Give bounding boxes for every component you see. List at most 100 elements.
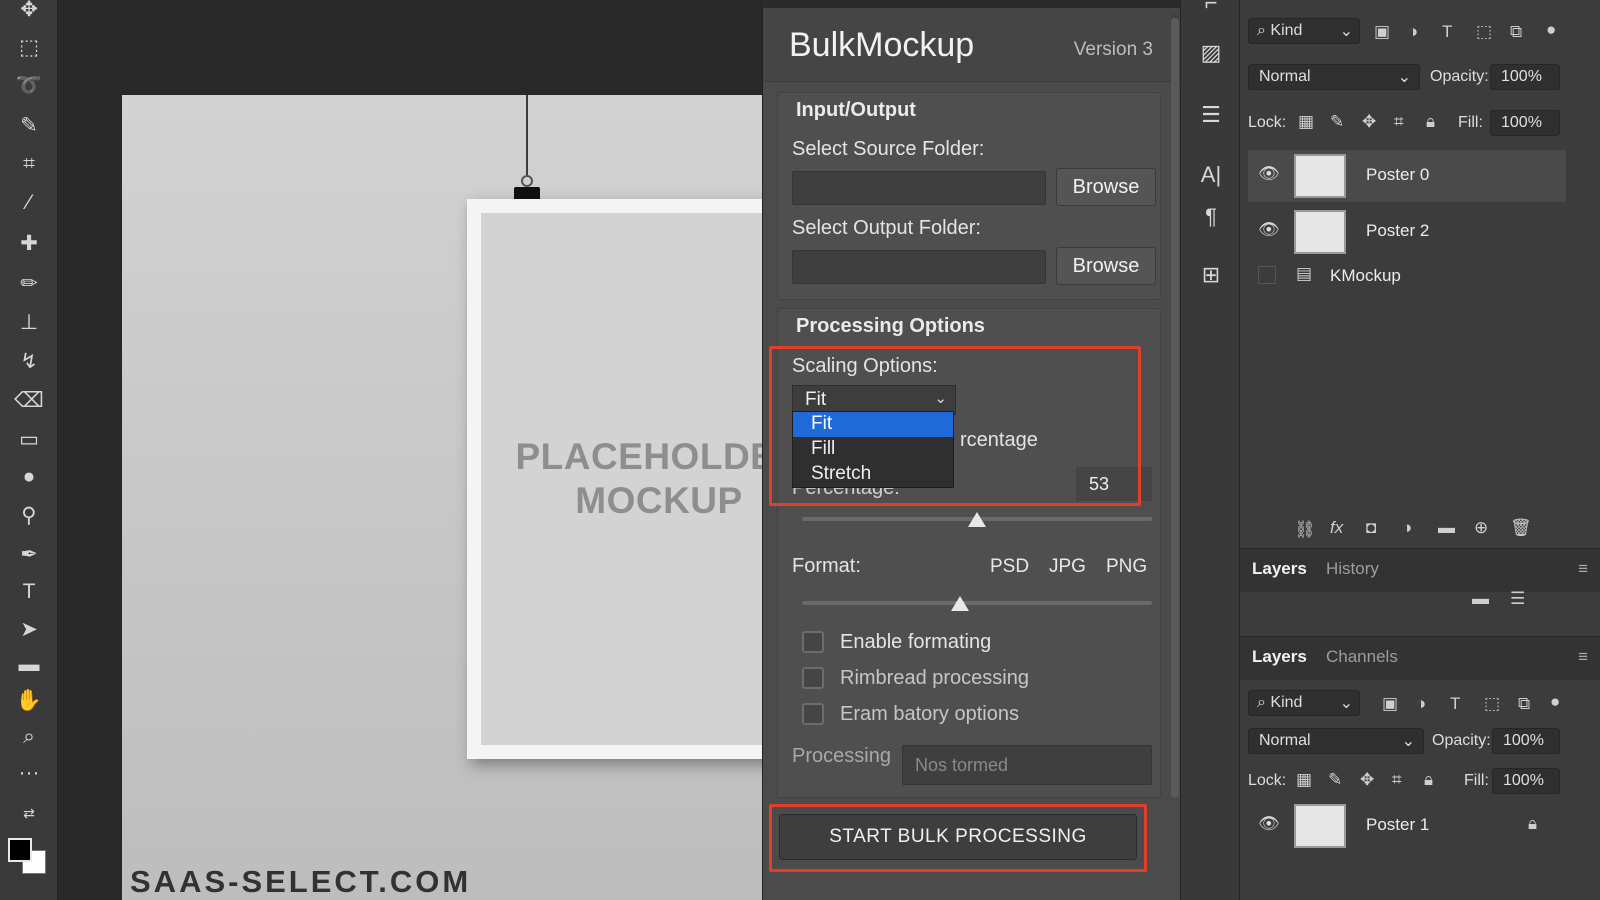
eram-batory-checkbox[interactable] — [802, 703, 824, 725]
history-brush-tool-icon[interactable]: ↯ — [12, 346, 46, 376]
filter-shape-icon[interactable]: ⬚ — [1476, 22, 1492, 42]
blend-mode-select[interactable]: Normal ⌄ — [1248, 64, 1420, 90]
panel-scrollbar[interactable] — [1171, 14, 1179, 798]
document-canvas[interactable]: PLACEHOLDER MOCKUP — [122, 95, 827, 900]
panel-scrollbar-thumb[interactable] — [1171, 18, 1179, 798]
marquee-tool-icon[interactable]: ⬚ — [12, 32, 46, 62]
filter-image-icon[interactable]: ▣ — [1382, 694, 1398, 714]
dodge-tool-icon[interactable]: ⚲ — [12, 500, 46, 530]
tab-layers[interactable]: Layers — [1252, 647, 1307, 667]
filter-toggle-icon[interactable]: ● — [1550, 692, 1560, 712]
adjustments-icon[interactable]: ☰ — [1194, 98, 1228, 132]
character-panel-icon[interactable]: A| — [1194, 158, 1228, 192]
visibility-eye-icon[interactable]: 👁︎ — [1258, 814, 1280, 834]
eraser-tool-icon[interactable]: ⌫ — [12, 385, 46, 415]
lock-pixels-icon[interactable]: ✎ — [1328, 770, 1342, 790]
lock-transparency-icon[interactable]: ▦ — [1296, 770, 1312, 790]
start-bulk-processing-button[interactable]: START BULK PROCESSING — [779, 814, 1137, 860]
brush-settings-icon[interactable]: ▨ — [1194, 36, 1228, 70]
healing-brush-tool-icon[interactable]: ✚ — [12, 228, 46, 258]
filter-toggle-icon[interactable]: ● — [1546, 20, 1556, 40]
swap-colors-icon[interactable]: ⇄ — [12, 798, 46, 828]
lock-transparency-icon[interactable]: ▦ — [1298, 112, 1314, 132]
layer-row[interactable]: 👁︎ Poster 0 — [1248, 150, 1566, 202]
path-select-tool-icon[interactable]: ➤ — [12, 614, 46, 644]
trash-icon[interactable]: 🗑︎ — [1510, 518, 1532, 538]
visibility-eye-icon[interactable]: 👁︎ — [1258, 164, 1280, 184]
filter-shape-icon[interactable]: ⬚ — [1484, 694, 1500, 714]
percentage-slider-knob[interactable] — [968, 512, 986, 527]
type-tool-icon[interactable]: T — [12, 577, 46, 607]
filter-smart-object-icon[interactable]: ⧉ — [1518, 694, 1530, 714]
hand-tool-icon[interactable]: ✋ — [12, 686, 46, 716]
crop-tool-icon[interactable]: ⌗ — [12, 149, 46, 179]
mask-icon[interactable]: ◘ — [1366, 518, 1376, 538]
lock-position-icon[interactable]: ✥ — [1362, 112, 1376, 132]
lock-pixels-icon[interactable]: ✎ — [1330, 112, 1344, 132]
format-option-psd[interactable]: PSD — [990, 556, 1029, 578]
stamp-tool-icon[interactable]: ⊥ — [12, 307, 46, 337]
properties-panel-icon[interactable]: ⊞ — [1194, 258, 1228, 292]
more-tools-icon[interactable]: ··· — [12, 758, 46, 788]
tab-history[interactable]: History — [1326, 559, 1379, 579]
rectangle-tool-icon[interactable]: ▬ — [12, 650, 46, 680]
lock-artboard-icon[interactable]: ⌗ — [1394, 112, 1404, 132]
browse-source-button[interactable]: Browse — [1056, 168, 1156, 206]
color-swatches[interactable] — [8, 832, 52, 878]
filter-adjustment-icon[interactable]: ◑ — [1416, 694, 1426, 714]
move-tool-icon[interactable]: ✥ — [12, 0, 46, 24]
new-layer-icon[interactable]: ⊕ — [1474, 518, 1488, 538]
lock-all-icon[interactable]: 🔒︎ — [1426, 112, 1435, 132]
panel-menu-icon[interactable]: ≡ — [1578, 647, 1588, 667]
fill-input[interactable]: 100% — [1492, 768, 1560, 794]
filter-type-icon[interactable]: T — [1450, 694, 1460, 714]
source-folder-input[interactable] — [792, 171, 1046, 205]
paragraph-panel-icon[interactable]: ¶ — [1194, 200, 1228, 234]
blur-tool-icon[interactable]: ● — [12, 462, 46, 492]
zoom-tool-icon[interactable]: ⌕ — [12, 722, 46, 752]
layer-row[interactable]: 👁︎ Poster 1 🔒︎ — [1248, 800, 1566, 852]
lock-all-icon[interactable]: 🔒︎ — [1424, 770, 1433, 790]
view-thumbnail-icon[interactable]: ▬ — [1472, 589, 1489, 609]
panel-menu-icon[interactable]: ≡ — [1578, 559, 1588, 579]
lock-position-icon[interactable]: ✥ — [1360, 770, 1374, 790]
layer-filter-kind[interactable]: ⌕ Kind ⌄ — [1248, 690, 1360, 716]
lasso-tool-icon[interactable]: ➰ — [12, 71, 46, 101]
layer-filter-kind[interactable]: ⌕ Kind ⌄ — [1248, 18, 1360, 44]
foreground-color[interactable] — [8, 838, 32, 862]
quick-select-tool-icon[interactable]: ✎ — [12, 110, 46, 140]
blend-mode-select[interactable]: Normal ⌄ — [1248, 728, 1424, 754]
filter-adjustment-icon[interactable]: ◑ — [1408, 22, 1418, 42]
filter-image-icon[interactable]: ▣ — [1374, 22, 1390, 42]
eyedropper-tool-icon[interactable]: ⁄ — [12, 188, 46, 218]
lock-artboard-icon[interactable]: ⌗ — [1392, 770, 1402, 790]
new-group-icon[interactable]: ▬ — [1438, 518, 1455, 538]
fx-icon[interactable]: fx — [1330, 518, 1343, 538]
enable-formating-checkbox[interactable] — [802, 631, 824, 653]
tab-channels[interactable]: Channels — [1326, 647, 1398, 667]
fill-input[interactable]: 100% — [1490, 110, 1560, 136]
filter-type-icon[interactable]: T — [1442, 22, 1452, 42]
view-list-icon[interactable]: ☰ — [1510, 589, 1525, 609]
rimbread-processing-checkbox[interactable] — [802, 667, 824, 689]
brush-tool-icon[interactable]: ✏ — [12, 268, 46, 298]
opacity-input[interactable]: 100% — [1492, 728, 1560, 754]
browse-output-button[interactable]: Browse — [1056, 247, 1156, 285]
new-adjustment-icon[interactable]: ◑ — [1402, 518, 1412, 538]
gradient-tool-icon[interactable]: ▭ — [12, 424, 46, 454]
visibility-off-box[interactable] — [1258, 266, 1276, 284]
format-slider[interactable] — [802, 601, 1152, 605]
history-panel-icon[interactable]: ⌐ — [1194, 0, 1228, 20]
layer-row[interactable]: ▤ KMockup — [1248, 256, 1566, 296]
format-option-jpg[interactable]: JPG — [1049, 556, 1086, 578]
pen-tool-icon[interactable]: ✒ — [12, 539, 46, 569]
layer-row[interactable]: 👁︎ Poster 2 — [1248, 206, 1566, 258]
visibility-eye-icon[interactable]: 👁︎ — [1258, 220, 1280, 240]
tab-layers[interactable]: Layers — [1252, 559, 1307, 579]
format-slider-knob[interactable] — [950, 596, 969, 611]
opacity-input[interactable]: 100% — [1490, 64, 1560, 90]
output-folder-input[interactable] — [792, 250, 1046, 284]
filter-smart-object-icon[interactable]: ⧉ — [1510, 22, 1522, 42]
link-layers-icon[interactable]: ⛓ — [1294, 520, 1316, 540]
format-option-png[interactable]: PNG — [1106, 556, 1147, 578]
